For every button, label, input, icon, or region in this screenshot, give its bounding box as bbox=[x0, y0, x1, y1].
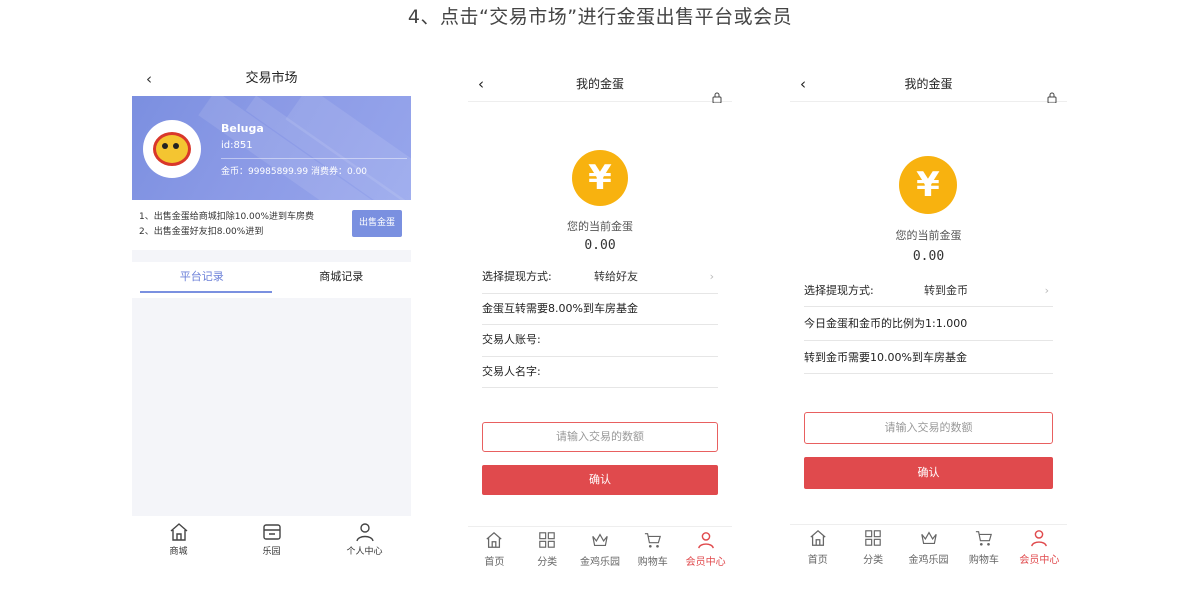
nav-item-park[interactable]: 金鸡乐园 bbox=[901, 525, 956, 572]
bottom-nav: 首页 分类 金鸡乐园 购物车 会员中心 bbox=[790, 524, 1067, 572]
market-screen: ‹ 交易市场 Beluga id:851 金币：99985899.99 消费券：… bbox=[132, 62, 411, 572]
nav-label: 分类 bbox=[537, 557, 558, 568]
records-tabs: 平台记录 商城记录 bbox=[132, 262, 411, 298]
user-icon bbox=[355, 523, 374, 542]
transfer-fee-text: 金蛋互转需要8.00%到车房基金 bbox=[482, 302, 638, 315]
egg-header: ‹ 我的金蛋 bbox=[790, 62, 1067, 103]
lock-icon[interactable] bbox=[712, 92, 722, 103]
nav-label: 个人中心 bbox=[346, 547, 383, 557]
trader-account-field[interactable]: 交易人账号: bbox=[482, 325, 718, 357]
home-icon bbox=[170, 523, 187, 541]
user-balance: 金币：99985899.99 消费券：0.00 bbox=[221, 167, 368, 177]
nav-label: 金鸡乐园 bbox=[908, 555, 949, 566]
gold-egg-coin-icon: ¥ bbox=[572, 150, 628, 206]
sell-note: 2、出售金蛋好友扣8.00%进到 bbox=[139, 227, 264, 237]
nav-label: 购物车 bbox=[637, 557, 668, 568]
chevron-left-icon[interactable]: ‹ bbox=[146, 62, 152, 96]
withdraw-method-value: 转到金币 bbox=[924, 284, 968, 297]
coin-fee-text: 转到金币需要10.00%到车房基金 bbox=[804, 351, 967, 364]
exchange-ratio-text: 今日金蛋和金币的比例为1:1.000 bbox=[804, 317, 968, 330]
page-title: 4、点击“交易市场”进行金蛋出售平台或会员 bbox=[407, 6, 793, 28]
confirm-button[interactable]: 确认 bbox=[482, 465, 718, 495]
amount-input[interactable]: 请输入交易的数额 bbox=[482, 422, 718, 452]
chevron-left-icon[interactable]: ‹ bbox=[478, 62, 484, 106]
nav-label: 乐园 bbox=[262, 547, 281, 557]
sell-egg-button[interactable]: 出售金蛋 bbox=[352, 210, 402, 237]
nav-item-park[interactable]: 乐园 bbox=[225, 516, 318, 572]
market-title: 交易市场 bbox=[245, 71, 298, 86]
market-header: ‹ 交易市场 bbox=[132, 62, 411, 96]
confirm-button[interactable]: 确认 bbox=[804, 457, 1053, 489]
nav-label: 首页 bbox=[807, 555, 828, 566]
egg-title: 我的金蛋 bbox=[904, 77, 953, 91]
withdraw-method-select[interactable]: 选择提现方式: 转给好友 › bbox=[482, 262, 718, 294]
egg-to-coin-screen: ‹ 我的金蛋 ¥ 您的当前金蛋 0.00 选择提现方式: 转到金币 › 今日金蛋… bbox=[790, 62, 1067, 572]
nav-item-home[interactable]: 首页 bbox=[790, 525, 845, 572]
user-banner: Beluga id:851 金币：99985899.99 消费券：0.00 bbox=[132, 96, 411, 200]
user-icon bbox=[1031, 530, 1048, 547]
user-id: id:851 bbox=[221, 140, 253, 151]
sell-notes: 1、出售金蛋给商城扣除10.00%进到车房费 2、出售金蛋好友扣8.00%进到 bbox=[139, 210, 314, 240]
withdraw-method-label: 选择提现方式: bbox=[804, 284, 874, 297]
home-icon bbox=[810, 529, 826, 546]
bottom-nav: 首页 分类 金鸡乐园 购物车 会员中心 bbox=[468, 526, 732, 572]
trader-name-label: 交易人名字: bbox=[482, 365, 541, 378]
nav-label: 商城 bbox=[169, 547, 188, 557]
shop-icon bbox=[262, 524, 281, 540]
grid-icon bbox=[539, 532, 555, 548]
user-name: Beluga bbox=[221, 122, 264, 135]
chevron-left-icon[interactable]: ‹ bbox=[800, 62, 806, 106]
nav-label: 会员中心 bbox=[1019, 555, 1060, 566]
nav-item-mall[interactable]: 商城 bbox=[132, 516, 225, 572]
nav-label: 分类 bbox=[863, 555, 884, 566]
nav-item-category[interactable]: 分类 bbox=[521, 527, 574, 572]
mascot-icon bbox=[153, 132, 191, 166]
cart-icon bbox=[644, 533, 661, 548]
egg-transfer-friend-screen: ‹ 我的金蛋 ¥ 您的当前金蛋 0.00 选择提现方式: 转给好友 › 金蛋互转… bbox=[468, 62, 732, 572]
trader-name-field[interactable]: 交易人名字: bbox=[482, 357, 718, 388]
current-egg-label: 您的当前金蛋 bbox=[895, 229, 962, 242]
withdraw-method-label: 选择提现方式: bbox=[482, 270, 552, 283]
transfer-fee-info: 金蛋互转需要8.00%到车房基金 bbox=[482, 294, 718, 325]
tab-mall-records[interactable]: 商城记录 bbox=[272, 262, 412, 298]
nav-label: 金鸡乐园 bbox=[579, 557, 620, 568]
current-egg-amount: 0.00 bbox=[912, 249, 945, 264]
lock-icon[interactable] bbox=[1047, 92, 1057, 103]
nav-item-cart[interactable]: 购物车 bbox=[626, 527, 679, 572]
nav-item-profile[interactable]: 个人中心 bbox=[318, 516, 411, 572]
sell-note: 1、出售金蛋给商城扣除10.00%进到车房费 bbox=[139, 212, 315, 222]
nav-label: 会员中心 bbox=[685, 557, 726, 568]
nav-item-member[interactable]: 会员中心 bbox=[1012, 525, 1067, 572]
grid-icon bbox=[865, 530, 881, 546]
nav-item-cart[interactable]: 购物车 bbox=[956, 525, 1011, 572]
amount-input[interactable]: 请输入交易的数额 bbox=[804, 412, 1053, 444]
current-egg-label: 您的当前金蛋 bbox=[567, 220, 633, 233]
egg-title: 我的金蛋 bbox=[575, 77, 624, 91]
nav-label: 首页 bbox=[484, 557, 505, 568]
withdraw-method-value: 转给好友 bbox=[594, 270, 638, 283]
current-egg-amount: 0.00 bbox=[584, 238, 616, 253]
crown-icon bbox=[592, 533, 608, 546]
nav-item-park[interactable]: 金鸡乐园 bbox=[574, 527, 627, 572]
chevron-right-icon: › bbox=[709, 270, 714, 283]
nav-label: 购物车 bbox=[968, 555, 999, 566]
chevron-right-icon: › bbox=[1044, 284, 1049, 297]
nav-item-member[interactable]: 会员中心 bbox=[679, 527, 732, 572]
gold-egg-coin-icon: ¥ bbox=[899, 156, 957, 214]
crown-icon bbox=[920, 531, 937, 544]
user-icon bbox=[697, 532, 714, 549]
home-icon bbox=[486, 531, 503, 548]
withdraw-method-select[interactable]: 选择提现方式: 转到金币 › bbox=[804, 274, 1053, 307]
coin-fee-info: 转到金币需要10.00%到车房基金 bbox=[804, 341, 1053, 374]
nav-item-home[interactable]: 首页 bbox=[468, 527, 521, 572]
cart-icon bbox=[975, 531, 992, 546]
exchange-ratio-info: 今日金蛋和金币的比例为1:1.000 bbox=[804, 307, 1053, 341]
nav-item-category[interactable]: 分类 bbox=[845, 525, 900, 572]
avatar bbox=[143, 120, 201, 178]
egg-header: ‹ 我的金蛋 bbox=[468, 62, 732, 103]
market-bottom-nav: 商城 乐园 个人中心 bbox=[132, 516, 411, 572]
tab-platform-records[interactable]: 平台记录 bbox=[132, 262, 272, 298]
trader-account-label: 交易人账号: bbox=[482, 333, 541, 346]
